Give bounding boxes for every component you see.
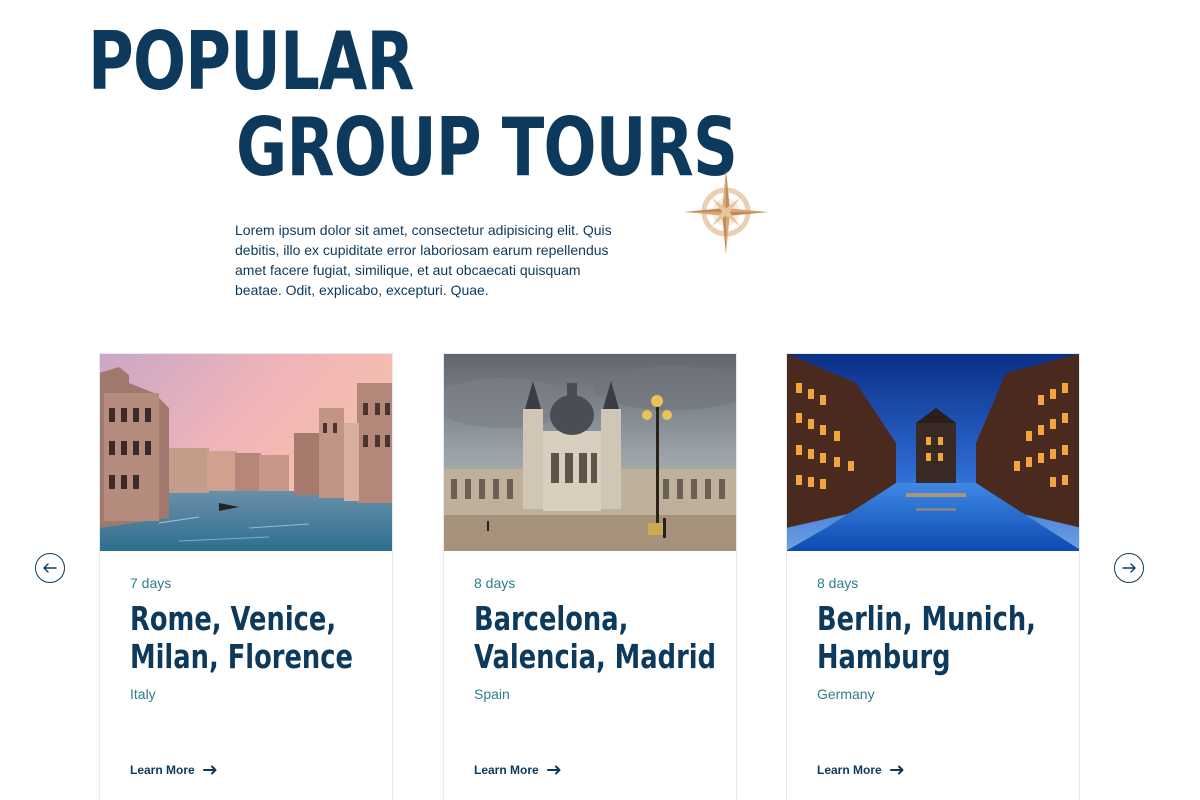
tour-title: Rome, Venice, Milan, Florence — [130, 599, 353, 676]
tour-duration: 8 days — [817, 575, 859, 591]
tour-title: Barcelona, Valencia, Madrid — [474, 599, 717, 676]
arrow-right-icon — [202, 765, 217, 775]
tour-country: Spain — [474, 686, 510, 702]
tours-page: Popular Group Tours Lorem ipsum dolor si… — [0, 0, 1200, 800]
tour-title: Berlin, Munich, Hamburg — [817, 599, 1036, 676]
learn-more-label: Learn More — [130, 763, 195, 777]
tour-card-germany[interactable]: 8 days Berlin, Munich, Hamburg Germany L… — [786, 353, 1080, 800]
arrow-right-icon — [546, 765, 561, 775]
tour-duration: 8 days — [474, 575, 516, 591]
tour-duration: 7 days — [130, 575, 172, 591]
learn-more-label: Learn More — [817, 763, 882, 777]
page-title-line-2: Group Tours — [236, 101, 738, 194]
tour-card-italy[interactable]: 7 days Rome, Venice, Milan, Florence Ita… — [99, 353, 393, 800]
arrow-left-icon — [43, 563, 57, 573]
learn-more-link[interactable]: Learn More — [817, 763, 904, 777]
tour-card-spain[interactable]: 8 days Barcelona, Valencia, Madrid Spain… — [443, 353, 737, 800]
page-title-line-1: Popular — [88, 15, 415, 108]
madrid-cathedral-photo — [444, 354, 736, 551]
arrow-right-icon — [889, 765, 904, 775]
compass-rose-icon — [684, 170, 768, 254]
tour-country: Italy — [130, 686, 156, 702]
learn-more-link[interactable]: Learn More — [474, 763, 561, 777]
hamburg-speicherstadt-photo — [787, 354, 1079, 551]
carousel-next-button[interactable] — [1114, 553, 1144, 583]
learn-more-link[interactable]: Learn More — [130, 763, 217, 777]
venice-canal-photo — [100, 354, 392, 551]
intro-text: Lorem ipsum dolor sit amet, consectetur … — [235, 222, 612, 298]
arrow-right-icon — [1122, 563, 1136, 573]
carousel-prev-button[interactable] — [35, 553, 65, 583]
tour-country: Germany — [817, 686, 875, 702]
learn-more-label: Learn More — [474, 763, 539, 777]
